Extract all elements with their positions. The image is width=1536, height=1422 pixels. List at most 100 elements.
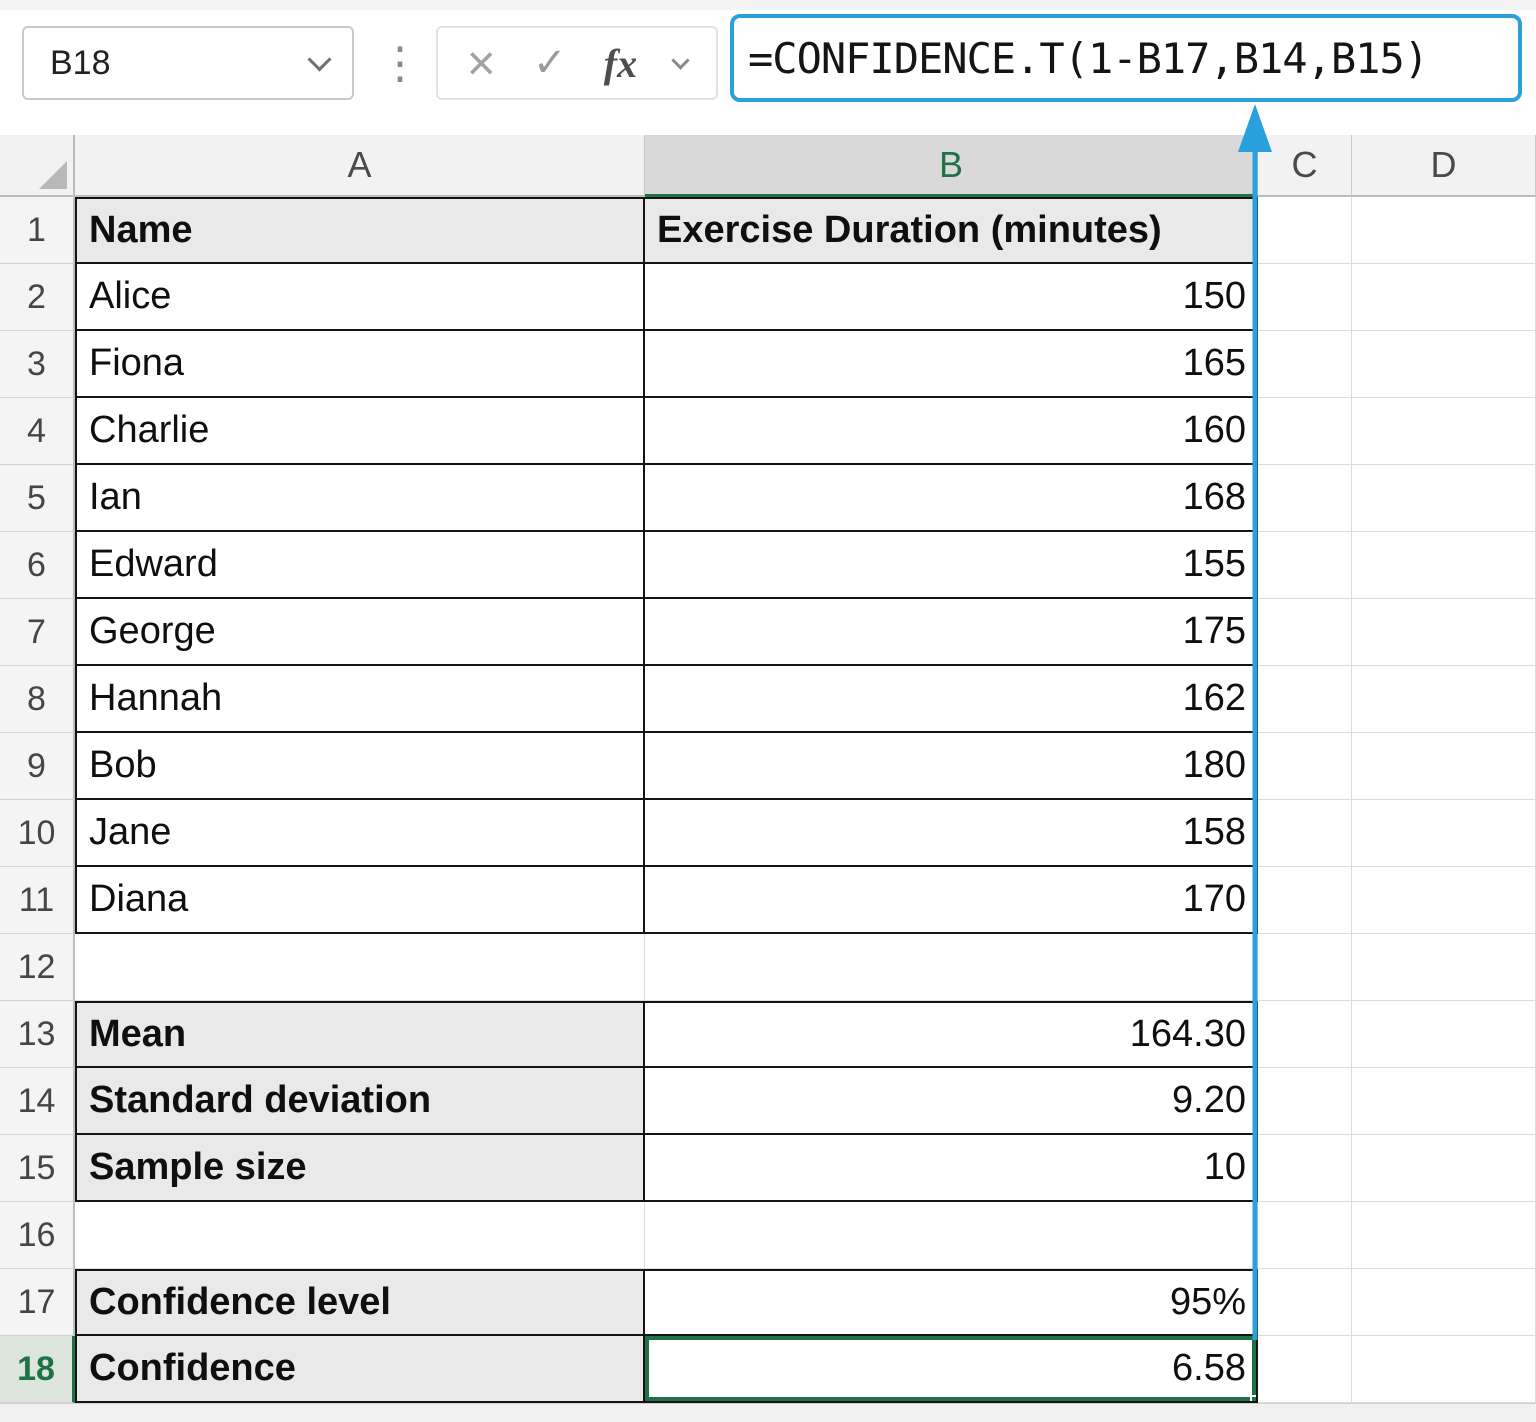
- cell-D8[interactable]: [1352, 666, 1536, 733]
- cell-D1[interactable]: [1352, 197, 1536, 264]
- cell-D16[interactable]: [1352, 1202, 1536, 1269]
- cell-A16[interactable]: [75, 1202, 645, 1269]
- cell-B4[interactable]: 160: [645, 398, 1258, 465]
- column-header-B[interactable]: B: [645, 135, 1258, 197]
- cell-D5[interactable]: [1352, 465, 1536, 532]
- cell-A3[interactable]: Fiona: [75, 331, 645, 398]
- row-header-17[interactable]: 17: [0, 1269, 75, 1336]
- row-header-13[interactable]: 13: [0, 1001, 75, 1068]
- cell-D9[interactable]: [1352, 733, 1536, 800]
- cell-B12[interactable]: [645, 934, 1258, 1001]
- row-header-3[interactable]: 3: [0, 331, 75, 398]
- cell-A7[interactable]: George: [75, 599, 645, 666]
- column-header-D[interactable]: D: [1352, 135, 1536, 197]
- cell-B10[interactable]: 158: [645, 800, 1258, 867]
- cell-A13[interactable]: Mean: [75, 1001, 645, 1068]
- row-header-15[interactable]: 15: [0, 1135, 75, 1202]
- row-header-16[interactable]: 16: [0, 1202, 75, 1269]
- cell-B5[interactable]: 168: [645, 465, 1258, 532]
- cell-C5[interactable]: [1258, 465, 1352, 532]
- cell-D7[interactable]: [1352, 599, 1536, 666]
- select-all-corner[interactable]: [0, 135, 75, 197]
- cell-A10[interactable]: Jane: [75, 800, 645, 867]
- name-box[interactable]: B18: [22, 26, 354, 100]
- name-box-chevron-icon[interactable]: [307, 47, 331, 71]
- cell-D6[interactable]: [1352, 532, 1536, 599]
- formula-text[interactable]: =CONFIDENCE.T(1-B17,B14,B15): [734, 34, 1428, 83]
- cell-A5[interactable]: Ian: [75, 465, 645, 532]
- row-header-10[interactable]: 10: [0, 800, 75, 867]
- cell-C7[interactable]: [1258, 599, 1352, 666]
- cell-C9[interactable]: [1258, 733, 1352, 800]
- cell-B6[interactable]: 155: [645, 532, 1258, 599]
- row-header-14[interactable]: 14: [0, 1068, 75, 1135]
- cell-D11[interactable]: [1352, 867, 1536, 934]
- column-header-C[interactable]: C: [1258, 135, 1352, 197]
- cell-C2[interactable]: [1258, 264, 1352, 331]
- row-header-2[interactable]: 2: [0, 264, 75, 331]
- cell-C3[interactable]: [1258, 331, 1352, 398]
- row-header-9[interactable]: 9: [0, 733, 75, 800]
- cell-B16[interactable]: [645, 1202, 1258, 1269]
- cell-C13[interactable]: [1258, 1001, 1352, 1068]
- cell-C10[interactable]: [1258, 800, 1352, 867]
- cell-B9[interactable]: 180: [645, 733, 1258, 800]
- cell-D13[interactable]: [1352, 1001, 1536, 1068]
- cell-C17[interactable]: [1258, 1269, 1352, 1336]
- cell-B7[interactable]: 175: [645, 599, 1258, 666]
- cell-D3[interactable]: [1352, 331, 1536, 398]
- cell-A12[interactable]: [75, 934, 645, 1001]
- cancel-icon[interactable]: ×: [467, 38, 496, 88]
- cell-B1[interactable]: Exercise Duration (minutes): [645, 197, 1258, 264]
- cell-A11[interactable]: Diana: [75, 867, 645, 934]
- cell-C6[interactable]: [1258, 532, 1352, 599]
- row-header-12[interactable]: 12: [0, 934, 75, 1001]
- cell-A18[interactable]: Confidence: [75, 1336, 645, 1403]
- row-header-4[interactable]: 4: [0, 398, 75, 465]
- cell-B15[interactable]: 10: [645, 1135, 1258, 1202]
- name-box-value[interactable]: B18: [24, 44, 311, 83]
- formula-input[interactable]: =CONFIDENCE.T(1-B17,B14,B15): [730, 14, 1522, 102]
- cell-C1[interactable]: [1258, 197, 1352, 264]
- fill-handle[interactable]: [1250, 1395, 1258, 1403]
- cell-D4[interactable]: [1352, 398, 1536, 465]
- cell-D15[interactable]: [1352, 1135, 1536, 1202]
- cell-C15[interactable]: [1258, 1135, 1352, 1202]
- cell-A2[interactable]: Alice: [75, 264, 645, 331]
- cell-D17[interactable]: [1352, 1269, 1536, 1336]
- cell-D18[interactable]: [1352, 1336, 1536, 1403]
- row-header-5[interactable]: 5: [0, 465, 75, 532]
- column-header-A[interactable]: A: [75, 135, 645, 197]
- cell-A6[interactable]: Edward: [75, 532, 645, 599]
- cell-A8[interactable]: Hannah: [75, 666, 645, 733]
- cell-A15[interactable]: Sample size: [75, 1135, 645, 1202]
- row-header-11[interactable]: 11: [0, 867, 75, 934]
- row-header-7[interactable]: 7: [0, 599, 75, 666]
- cell-C8[interactable]: [1258, 666, 1352, 733]
- cell-C14[interactable]: [1258, 1068, 1352, 1135]
- cell-B3[interactable]: 165: [645, 331, 1258, 398]
- cell-B11[interactable]: 170: [645, 867, 1258, 934]
- cell-C16[interactable]: [1258, 1202, 1352, 1269]
- cell-A1[interactable]: Name: [75, 197, 645, 264]
- row-header-8[interactable]: 8: [0, 666, 75, 733]
- row-header-1[interactable]: 1: [0, 197, 75, 264]
- cell-D2[interactable]: [1352, 264, 1536, 331]
- row-header-6[interactable]: 6: [0, 532, 75, 599]
- cell-B17[interactable]: 95%: [645, 1269, 1258, 1336]
- cell-A4[interactable]: Charlie: [75, 398, 645, 465]
- cell-C4[interactable]: [1258, 398, 1352, 465]
- cell-D12[interactable]: [1352, 934, 1536, 1001]
- cell-A17[interactable]: Confidence level: [75, 1269, 645, 1336]
- enter-icon[interactable]: ✓: [533, 43, 567, 83]
- cell-D14[interactable]: [1352, 1068, 1536, 1135]
- row-header-18[interactable]: 18: [0, 1336, 75, 1403]
- cell-A9[interactable]: Bob: [75, 733, 645, 800]
- cell-C18[interactable]: [1258, 1336, 1352, 1403]
- cell-B2[interactable]: 150: [645, 264, 1258, 331]
- cell-B14[interactable]: 9.20: [645, 1068, 1258, 1135]
- cell-B18-active[interactable]: 6.58: [645, 1336, 1258, 1403]
- cell-B8[interactable]: 162: [645, 666, 1258, 733]
- cell-B13[interactable]: 164.30: [645, 1001, 1258, 1068]
- cell-D10[interactable]: [1352, 800, 1536, 867]
